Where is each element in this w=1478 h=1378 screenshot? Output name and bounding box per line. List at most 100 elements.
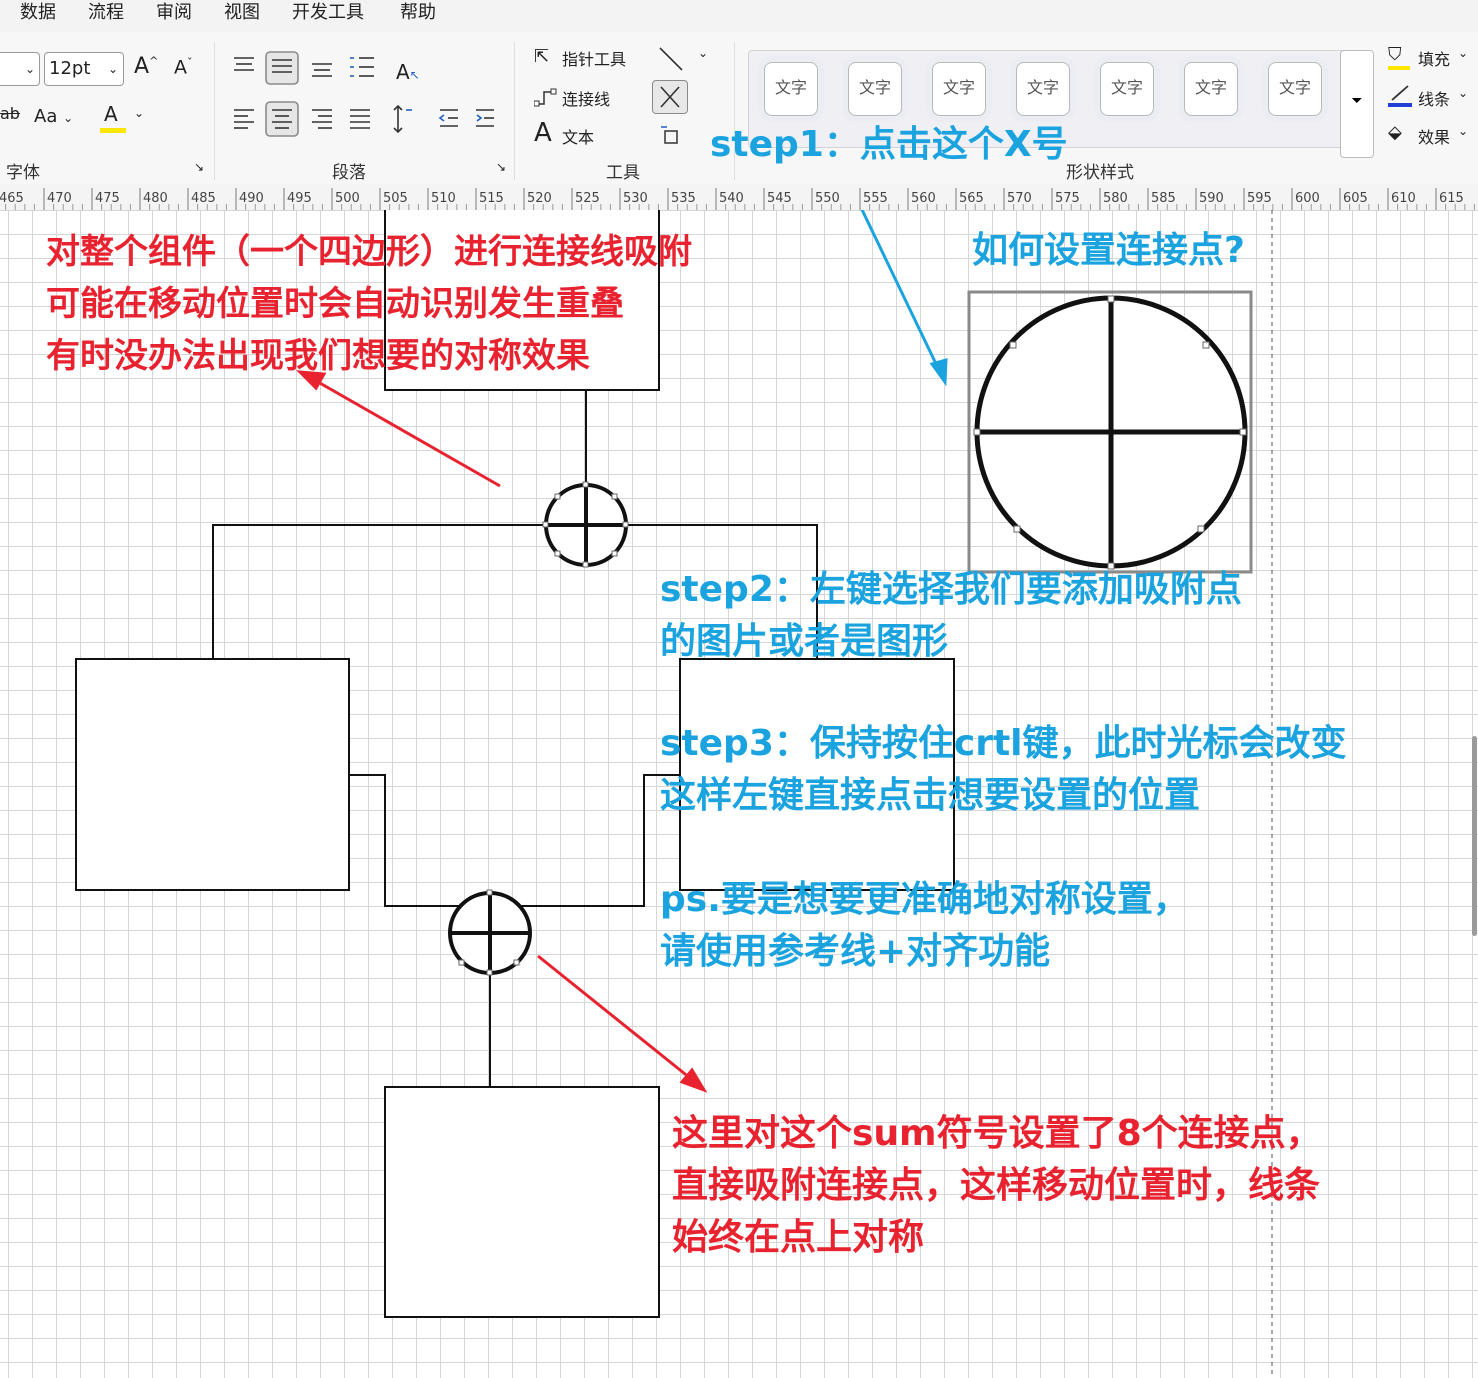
blue-arrow bbox=[860, 210, 948, 387]
shape-style-7[interactable]: 文字 bbox=[1268, 62, 1322, 116]
annotation-line: step3：保持按住crtl键，此时光标会改变 bbox=[660, 723, 1347, 764]
text-tool-glyph: A bbox=[534, 118, 552, 148]
chevron-down-icon[interactable]: ⌄ bbox=[1458, 86, 1468, 100]
more-styles-icon[interactable]: ⏷ bbox=[1340, 50, 1374, 158]
left-rectangle[interactable] bbox=[75, 658, 350, 891]
menu-view[interactable]: 视图 bbox=[224, 0, 260, 26]
text-tool-button[interactable]: 文本 bbox=[562, 124, 594, 148]
connector-line[interactable] bbox=[349, 774, 680, 907]
line-color-icon[interactable] bbox=[1388, 84, 1412, 108]
shape-style-6[interactable]: 文字 bbox=[1184, 62, 1238, 116]
ruler-tick-label: 475 bbox=[95, 191, 120, 206]
line-button[interactable]: 线条 bbox=[1418, 86, 1450, 110]
font-group-label: 字体 bbox=[6, 163, 40, 183]
annotation-line: 直接吸附连接点，这样移动位置时，线条 bbox=[672, 1165, 1321, 1206]
ruler-tick-label: 500 bbox=[335, 191, 360, 206]
font-color-button[interactable]: A bbox=[104, 102, 118, 126]
chevron-down-icon[interactable]: ⌄ bbox=[1458, 46, 1468, 60]
annotation-line: 这样左键直接点击想要设置的位置 bbox=[660, 775, 1201, 816]
annotation-line: 对整个组件（一个四边形）进行连接线吸附 bbox=[46, 232, 692, 272]
group-separator bbox=[214, 42, 215, 180]
effect-button[interactable]: 效果 bbox=[1418, 124, 1450, 148]
connection-point-button[interactable] bbox=[652, 80, 688, 114]
ruler-tick-label: 560 bbox=[911, 191, 936, 206]
chevron-down-icon[interactable]: ⌄ bbox=[134, 106, 144, 120]
horizontal-ruler: 465 470 475 480 485 490 495 500 505 510 515 520 525 5… bbox=[0, 184, 1478, 211]
chevron-down-icon: ⌄ bbox=[24, 62, 35, 76]
sum-symbol[interactable] bbox=[448, 889, 532, 976]
font-color-swatch bbox=[100, 128, 126, 133]
font-size-dropdown[interactable]: 12pt ⌄ bbox=[44, 52, 124, 86]
connector-icon[interactable] bbox=[534, 86, 558, 108]
ruler-tick-label: 535 bbox=[671, 191, 696, 206]
connector-button[interactable]: 连接线 bbox=[562, 86, 610, 110]
menu-process[interactable]: 流程 bbox=[88, 0, 124, 26]
font-name-dropdown[interactable]: ⌄ bbox=[0, 52, 40, 86]
shape-style-5[interactable]: 文字 bbox=[1100, 62, 1154, 116]
ruler-tick-label: 570 bbox=[1007, 191, 1032, 206]
effect-icon[interactable]: ⬙ bbox=[1388, 122, 1402, 143]
annotation-line: 请使用参考线+对齐功能 bbox=[660, 931, 1051, 972]
grow-font-button[interactable]: A^ bbox=[134, 54, 158, 79]
ruler-tick-label: 480 bbox=[143, 191, 168, 206]
menu-bar: 数据 流程 审阅 视图 开发工具 帮助 bbox=[0, 0, 1478, 32]
connection-point-x-icon bbox=[660, 86, 680, 108]
chevron-down-icon[interactable]: ⌄ bbox=[698, 46, 708, 60]
menu-review[interactable]: 审阅 bbox=[156, 0, 192, 26]
ruler-ticks: 465 470 475 480 485 490 495 500 505 510 515 520 525 5… bbox=[0, 188, 1475, 210]
ruler-tick-label: 525 bbox=[575, 191, 600, 206]
annotation-line: step2：左键选择我们要添加吸附点 bbox=[660, 569, 1242, 610]
vertical-scrollbar[interactable] bbox=[1472, 736, 1477, 936]
align-right-icon bbox=[312, 109, 332, 129]
strikethrough-icon[interactable]: ab bbox=[0, 104, 20, 123]
align-left-icon bbox=[234, 109, 254, 129]
bottom-rectangle[interactable] bbox=[384, 1086, 660, 1318]
annotation-line: ps.要是想要更准确地对称设置， bbox=[660, 879, 1189, 920]
annotation-line: 可能在移动位置时会自动识别发生重叠 bbox=[46, 284, 624, 324]
sum-symbol[interactable] bbox=[542, 481, 629, 568]
dialog-launcher-icon[interactable]: ↘ bbox=[496, 160, 506, 174]
example-sum-symbol[interactable] bbox=[967, 290, 1253, 574]
shrink-font-button[interactable]: Aˇ bbox=[174, 56, 193, 78]
ruler-tick-label: 605 bbox=[1343, 191, 1368, 206]
align-top-icon bbox=[234, 57, 254, 71]
annotation-line: 这里对这个sum符号设置了8个连接点， bbox=[672, 1113, 1322, 1154]
menu-help[interactable]: 帮助 bbox=[400, 0, 436, 26]
ruler-tick-label: 590 bbox=[1199, 191, 1224, 206]
ruler-tick-label: 565 bbox=[959, 191, 984, 206]
paragraph-group-label: 段落 bbox=[332, 163, 366, 183]
crop-icon[interactable] bbox=[658, 124, 684, 150]
red-annotation-top: 对整个组件（一个四边形）进行连接线吸附 可能在移动位置时会自动识别发生重叠 有时… bbox=[46, 226, 692, 382]
step3-annotation: step3：保持按住crtl键，此时光标会改变 这样左键直接点击想要设置的位置 bbox=[660, 718, 1347, 822]
fill-icon[interactable]: ⛉ bbox=[1388, 44, 1402, 65]
change-case-button[interactable]: Aa ⌄ bbox=[34, 106, 73, 127]
ruler-tick-label: 585 bbox=[1151, 191, 1176, 206]
shape-style-2[interactable]: 文字 bbox=[848, 62, 902, 116]
fill-button[interactable]: 填充 bbox=[1418, 46, 1450, 70]
chevron-down-icon: ⌄ bbox=[63, 111, 74, 125]
dialog-launcher-icon[interactable]: ↘ bbox=[194, 160, 204, 174]
shape-style-3[interactable]: 文字 bbox=[932, 62, 986, 116]
text-direction-icon[interactable]: A↖ bbox=[396, 60, 420, 84]
shape-styles-label: 形状样式 bbox=[1066, 163, 1134, 183]
decrease-indent-icon bbox=[438, 109, 458, 127]
align-bottom-icon bbox=[312, 63, 332, 77]
ruler-tick-label: 550 bbox=[815, 191, 840, 206]
chevron-down-icon[interactable]: ⌄ bbox=[1458, 124, 1468, 138]
ruler-tick-label: 600 bbox=[1295, 191, 1320, 206]
menu-data[interactable]: 数据 bbox=[20, 0, 56, 26]
fill-swatch bbox=[1388, 66, 1410, 70]
menu-developer[interactable]: 开发工具 bbox=[292, 0, 364, 26]
shape-style-1[interactable]: 文字 bbox=[764, 62, 818, 116]
font-size-value: 12pt bbox=[49, 58, 91, 79]
ruler-tick-label: 610 bbox=[1391, 191, 1416, 206]
ruler-tick-label: 505 bbox=[383, 191, 408, 206]
annotation-line: 的图片或者是图形 bbox=[660, 621, 949, 662]
ruler-tick-label: 510 bbox=[431, 191, 456, 206]
chevron-down-icon: ⌄ bbox=[107, 62, 118, 76]
pointer-tool-button[interactable]: 指针工具 bbox=[562, 46, 626, 70]
pointer-icon[interactable]: ⇱ bbox=[534, 46, 549, 67]
shape-style-4[interactable]: 文字 bbox=[1016, 62, 1070, 116]
ruler-tick-label: 490 bbox=[239, 191, 264, 206]
line-tool-icon[interactable] bbox=[656, 46, 686, 74]
